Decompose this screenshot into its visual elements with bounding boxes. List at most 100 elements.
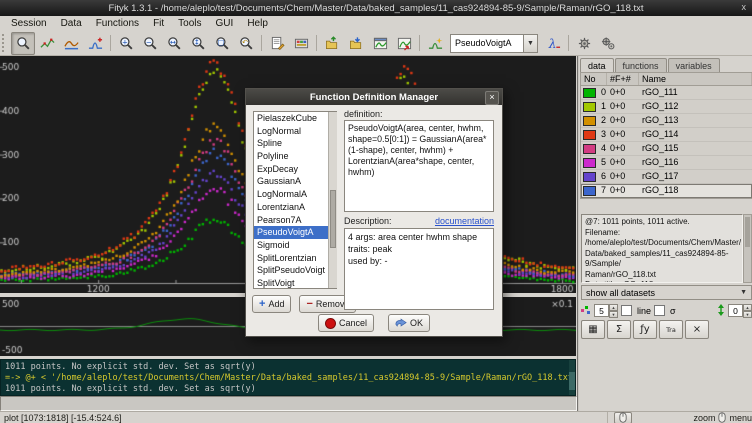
open-file-icon[interactable] bbox=[320, 32, 344, 55]
ok-button[interactable]: OK bbox=[388, 314, 430, 332]
dataset-row[interactable]: 60+0rGO_117 bbox=[581, 170, 752, 184]
dataset-row[interactable]: 40+0rGO_115 bbox=[581, 142, 752, 156]
function-list-scrollbar[interactable] bbox=[328, 112, 337, 288]
settings-icon[interactable] bbox=[572, 32, 596, 55]
shift-stepper[interactable]: 0 ▲▼ bbox=[728, 304, 752, 317]
baseline-mode-icon[interactable] bbox=[59, 32, 83, 55]
dataset-color-swatch[interactable] bbox=[583, 130, 596, 140]
dialog-close-icon[interactable]: × bbox=[485, 91, 499, 105]
cancel-icon bbox=[325, 318, 336, 329]
line-checkbox[interactable] bbox=[621, 305, 632, 316]
definition-textarea[interactable]: PseudoVoigtA(area, center, hwhm, shape=0… bbox=[344, 120, 494, 212]
dataset-no-cell: 1 bbox=[581, 100, 607, 113]
dataset-color-swatch[interactable] bbox=[583, 116, 596, 126]
tab-data[interactable]: data bbox=[580, 58, 614, 73]
menu-help[interactable]: Help bbox=[240, 17, 275, 30]
range-mode-icon[interactable] bbox=[35, 32, 59, 55]
dialog-title: Function Definition Manager bbox=[310, 92, 438, 103]
colors-button[interactable]: ▦ bbox=[581, 320, 605, 339]
menu-functions[interactable]: Functions bbox=[89, 17, 146, 30]
zoom-all-icon[interactable]: □ bbox=[210, 32, 234, 55]
dataset-name: rGO_117 bbox=[639, 170, 752, 183]
data-properties-icon[interactable] bbox=[289, 32, 313, 55]
cancel-button[interactable]: Cancel bbox=[318, 314, 374, 332]
dataset-color-swatch[interactable] bbox=[583, 102, 596, 112]
zoom-in-icon[interactable]: + bbox=[114, 32, 138, 55]
window-close-button[interactable]: x bbox=[742, 2, 747, 13]
dataset-func-count: 0+0 bbox=[607, 142, 639, 155]
zoom-vertical-icon[interactable]: ↕ bbox=[186, 32, 210, 55]
gui-config-icon[interactable] bbox=[596, 32, 620, 55]
menu-gui[interactable]: GUI bbox=[209, 17, 241, 30]
menu-session[interactable]: Session bbox=[4, 17, 54, 30]
spinner-down-icon[interactable]: ▼ bbox=[609, 311, 618, 318]
function-list-item[interactable]: Pearson7A bbox=[254, 214, 336, 227]
dataset-row[interactable]: 50+0rGO_116 bbox=[581, 156, 752, 170]
dataset-row[interactable]: 00+0rGO_111 bbox=[581, 86, 752, 100]
execute-script-icon[interactable] bbox=[368, 32, 392, 55]
spinner-down-icon[interactable]: ▼ bbox=[743, 311, 752, 318]
dataset-color-swatch[interactable] bbox=[583, 88, 596, 98]
dataset-name: rGO_114 bbox=[639, 128, 752, 141]
trans-button[interactable]: Tra bbox=[659, 320, 683, 339]
function-list-item[interactable]: PseudoVoigtA bbox=[254, 226, 336, 239]
auto-add-peak-icon[interactable] bbox=[423, 32, 447, 55]
function-list-item[interactable]: Sigmoid bbox=[254, 239, 336, 252]
plot-coordinates: plot [1073:1818] [-15.4:524.6] bbox=[0, 412, 608, 423]
function-list-item[interactable]: Spline bbox=[254, 137, 336, 150]
function-list-item[interactable]: SplitLorentzian bbox=[254, 252, 336, 265]
spinner-up-icon[interactable]: ▲ bbox=[609, 304, 618, 311]
documentation-link[interactable]: documentation bbox=[435, 216, 494, 226]
function-list-item[interactable]: LogNormal bbox=[254, 125, 336, 138]
mouse-hint-button[interactable] bbox=[614, 412, 633, 423]
menu-fit[interactable]: Fit bbox=[146, 17, 171, 30]
function-type-list[interactable]: PielaszekCubeLogNormalSplinePolylineExpD… bbox=[253, 111, 337, 289]
menu-tools[interactable]: Tools bbox=[171, 17, 208, 30]
dataset-color-swatch[interactable] bbox=[583, 186, 596, 196]
function-list-item[interactable]: ExpDecay bbox=[254, 163, 336, 176]
dataset-name: rGO_116 bbox=[639, 156, 752, 169]
dataset-row[interactable]: 20+0rGO_113 bbox=[581, 114, 752, 128]
export-image-icon[interactable] bbox=[392, 32, 416, 55]
console-line: 1011 points. No explicit std. dev. Set a… bbox=[5, 384, 571, 395]
dataset-row[interactable]: 10+0rGO_112 bbox=[581, 100, 752, 114]
formula-button[interactable]: ƒy bbox=[633, 320, 657, 339]
function-list-item[interactable]: Polyline bbox=[254, 150, 336, 163]
dataset-filter-select[interactable]: show all datasets ▼ bbox=[581, 285, 752, 300]
toolbar-drag-handle[interactable] bbox=[2, 34, 8, 52]
tab-variables[interactable]: variables bbox=[668, 58, 720, 72]
edit-data-icon[interactable] bbox=[265, 32, 289, 55]
function-list-item[interactable]: LogNormalA bbox=[254, 188, 336, 201]
sum-button[interactable]: Σ bbox=[607, 320, 631, 339]
menu-bar: SessionDataFunctionsFitToolsGUIHelp bbox=[0, 16, 752, 31]
plot-style-controls: 5 ▲▼ line σ 0 ▲▼ bbox=[581, 302, 752, 319]
dataset-color-swatch[interactable] bbox=[583, 172, 596, 182]
dataset-row[interactable]: 70+0rGO_118 bbox=[581, 184, 752, 198]
zoom-out-icon[interactable]: − bbox=[138, 32, 162, 55]
function-list-item[interactable]: GaussianA bbox=[254, 175, 336, 188]
command-input[interactable] bbox=[0, 396, 577, 411]
function-type-select[interactable]: PseudoVoigtA▼ bbox=[450, 34, 538, 53]
define-function-icon[interactable]: λ bbox=[541, 32, 565, 55]
function-list-item[interactable]: SplitPseudoVoigt bbox=[254, 264, 336, 277]
dataset-row[interactable]: 30+0rGO_114 bbox=[581, 128, 752, 142]
point-size-stepper[interactable]: 5 ▲▼ bbox=[594, 304, 618, 317]
dataset-color-swatch[interactable] bbox=[583, 158, 596, 168]
dataset-color-swatch[interactable] bbox=[583, 144, 596, 154]
save-session-icon[interactable] bbox=[344, 32, 368, 55]
zoom-mode-icon[interactable] bbox=[11, 32, 35, 55]
console-scrollbar[interactable] bbox=[569, 360, 575, 395]
function-list-item[interactable]: SplitVoigt bbox=[254, 277, 336, 289]
info-scrollbar[interactable] bbox=[743, 214, 752, 283]
function-list-item[interactable]: PielaszekCube bbox=[254, 112, 336, 125]
tab-functions[interactable]: functions bbox=[615, 58, 667, 72]
menu-data[interactable]: Data bbox=[54, 17, 89, 30]
spinner-up-icon[interactable]: ▲ bbox=[743, 304, 752, 311]
zoom-previous-icon[interactable]: ↶ bbox=[234, 32, 258, 55]
add-button[interactable]: + Add bbox=[252, 295, 291, 313]
add-peak-mode-icon[interactable] bbox=[83, 32, 107, 55]
sigma-checkbox[interactable] bbox=[654, 305, 665, 316]
function-list-item[interactable]: LorentzianA bbox=[254, 201, 336, 214]
delete-button[interactable]: × bbox=[685, 320, 709, 339]
zoom-horizontal-icon[interactable]: ↔ bbox=[162, 32, 186, 55]
